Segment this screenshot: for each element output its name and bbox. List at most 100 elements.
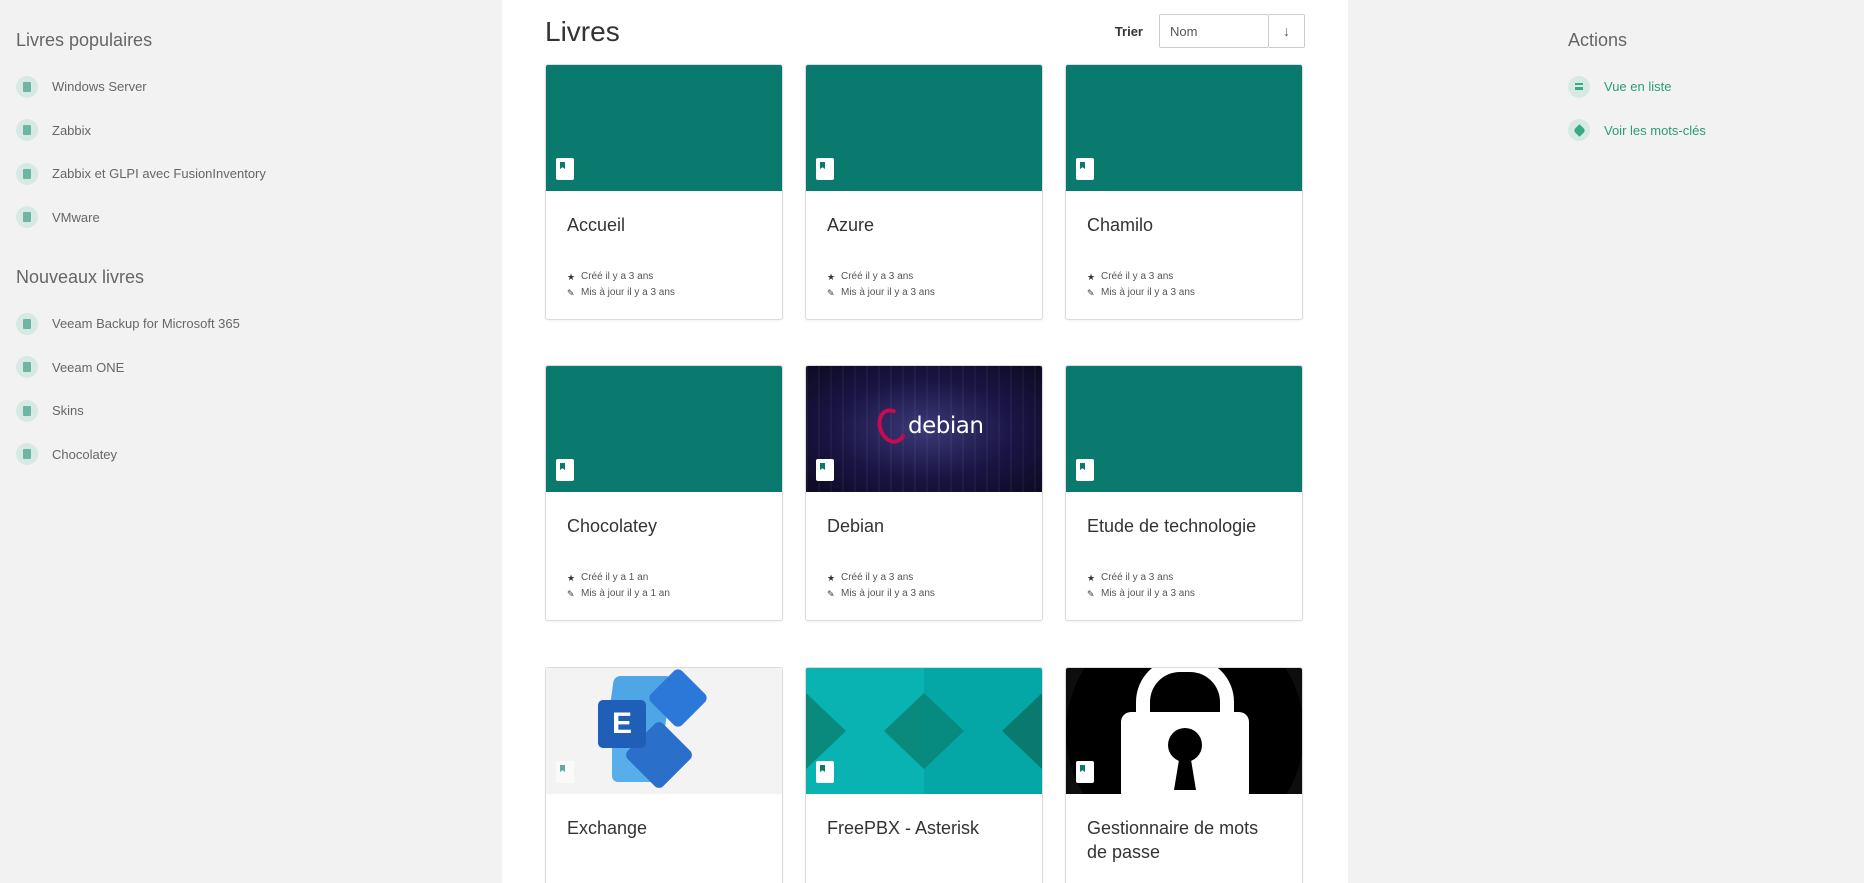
created-text: Créé il y a 3 ans — [1101, 271, 1174, 282]
updated-text: Mis à jour il y a 1 an — [581, 588, 670, 599]
book-card[interactable]: Chamilo ★ Créé il y a 3 ans ✎ Mis à jour i… — [1065, 64, 1303, 320]
book-meta: ★ Créé il y a 3 ans ✎ Mis à jour il y a 3 … — [827, 570, 1021, 602]
book-card[interactable]: Accueil ★ Créé il y a 3 ans ✎ Mis à jour i… — [545, 64, 783, 320]
bookmark-icon — [816, 761, 834, 783]
book-card[interactable]: Azure ★ Créé il y a 3 ans ✎ Mis à jour il … — [805, 64, 1043, 320]
book-card[interactable]: Gestionnaire de mots de passe — [1065, 667, 1303, 883]
star-icon: ★ — [1087, 272, 1096, 282]
arrow-down-icon: ↓ — [1283, 23, 1290, 39]
pencil-icon: ✎ — [1087, 288, 1095, 298]
pencil-icon: ✎ — [567, 589, 575, 599]
book-meta: ★ Créé il y a 1 an ✎ Mis à jour il y a 1 a… — [567, 570, 761, 602]
sort-direction-button[interactable]: ↓ — [1269, 14, 1305, 48]
book-card[interactable]: E Exchange — [545, 667, 783, 883]
book-title: Etude de technologie — [1087, 516, 1257, 536]
book-meta: ★ Créé il y a 3 ans ✎ Mis à jour il y a 3 … — [1087, 570, 1281, 602]
updated-text: Mis à jour il y a 3 ans — [1101, 588, 1195, 599]
book-card[interactable]: FreePBX - Asterisk — [805, 667, 1043, 883]
book-cover — [806, 668, 1042, 794]
left-sidebar: Livres populaires Windows Server Zabbix … — [16, 0, 476, 476]
bookmark-icon — [1076, 459, 1094, 481]
list-icon — [1568, 75, 1590, 98]
book-icon — [16, 443, 38, 466]
book-card[interactable]: debian Debian ★ Créé il y a 3 ans ✎ Mis à … — [805, 365, 1043, 621]
created-text: Créé il y a 3 ans — [841, 271, 914, 282]
popular-book-label: VMware — [52, 209, 100, 225]
sort-select[interactable]: Nom — [1159, 14, 1269, 48]
main-header: Livres Trier Nom ↓ — [545, 14, 1305, 48]
page: Livres populaires Windows Server Zabbix … — [0, 0, 1864, 883]
book-cover — [546, 65, 782, 191]
book-icon — [16, 399, 38, 422]
star-icon: ★ — [567, 272, 576, 282]
book-cover — [806, 65, 1042, 191]
book-meta: ★ Créé il y a 3 ans ✎ Mis à jour il y a 3 … — [827, 269, 1021, 301]
popular-book-label: Zabbix — [52, 122, 92, 138]
star-icon: ★ — [567, 573, 576, 583]
bookmark-icon — [556, 459, 574, 481]
book-title: Accueil — [567, 215, 626, 235]
new-book-item[interactable]: Skins — [16, 389, 476, 433]
list-view-label: Vue en liste — [1604, 79, 1672, 95]
new-book-label: Veeam ONE — [52, 359, 125, 375]
updated-text: Mis à jour il y a 3 ans — [841, 287, 935, 298]
pencil-icon: ✎ — [567, 288, 575, 298]
book-title: Gestionnaire de mots de passe — [1087, 818, 1259, 862]
new-book-label: Veeam Backup for Microsoft 365 — [52, 316, 240, 332]
popular-book-label: Zabbix et GLPI avec FusionInventory — [52, 166, 266, 182]
page-title: Livres — [545, 16, 620, 47]
bookmark-icon — [1076, 158, 1094, 180]
book-icon — [16, 312, 38, 335]
main-content: Livres Trier Nom ↓ Accueil ★ Créé il y a … — [502, 0, 1348, 883]
book-title: FreePBX - Asterisk — [827, 818, 980, 838]
actions-heading: Actions — [1568, 30, 1628, 50]
book-cover — [1066, 65, 1302, 191]
pencil-icon: ✎ — [827, 288, 835, 298]
bookmark-icon — [556, 761, 574, 783]
book-title: Chocolatey — [567, 516, 658, 536]
popular-book-item[interactable]: Zabbix — [16, 109, 476, 153]
popular-book-label: Windows Server — [52, 79, 147, 95]
book-icon — [16, 162, 38, 185]
new-book-item[interactable]: Veeam Backup for Microsoft 365 — [16, 302, 476, 346]
created-text: Créé il y a 1 an — [581, 572, 649, 583]
book-title: Azure — [827, 215, 875, 235]
book-card[interactable]: Chocolatey ★ Créé il y a 1 an ✎ Mis à jour… — [545, 365, 783, 621]
debian-wordmark: debian — [908, 413, 984, 439]
star-icon: ★ — [1087, 573, 1096, 583]
new-book-item[interactable]: Chocolatey — [16, 433, 476, 477]
book-cover: debian — [806, 366, 1042, 492]
exchange-logo: E — [598, 700, 646, 748]
book-meta: ★ Créé il y a 3 ans ✎ Mis à jour il y a 3 … — [1087, 269, 1281, 301]
book-card[interactable]: Etude de technologie ★ Créé il y a 3 ans … — [1065, 365, 1303, 621]
list-view-action[interactable]: Vue en liste — [1568, 65, 1848, 109]
bookmark-icon — [816, 158, 834, 180]
book-icon — [16, 206, 38, 229]
view-tags-label: Voir les mots-clés — [1604, 122, 1706, 138]
book-cover — [1066, 668, 1302, 794]
book-title: Exchange — [567, 818, 648, 838]
book-cover: E — [546, 668, 782, 794]
right-sidebar: Actions Vue en liste Voir les mots-clés — [1568, 0, 1848, 152]
debian-swirl-icon — [872, 404, 912, 448]
bookmark-icon — [556, 158, 574, 180]
created-text: Créé il y a 3 ans — [581, 271, 654, 282]
new-book-item[interactable]: Veeam ONE — [16, 346, 476, 390]
updated-text: Mis à jour il y a 3 ans — [581, 287, 675, 298]
star-icon: ★ — [827, 272, 836, 282]
popular-books-heading: Livres populaires — [16, 30, 153, 50]
popular-book-item[interactable]: Zabbix et GLPI avec FusionInventory — [16, 152, 476, 196]
book-title: Chamilo — [1087, 215, 1154, 235]
new-books-heading: Nouveaux livres — [16, 267, 145, 287]
new-book-label: Skins — [52, 403, 84, 419]
popular-book-item[interactable]: VMware — [16, 196, 476, 240]
created-text: Créé il y a 3 ans — [841, 572, 914, 583]
debian-logo: debian — [872, 404, 984, 448]
book-icon — [16, 356, 38, 379]
updated-text: Mis à jour il y a 3 ans — [1101, 287, 1195, 298]
book-title: Debian — [827, 516, 885, 536]
pencil-icon: ✎ — [1087, 589, 1095, 599]
updated-text: Mis à jour il y a 3 ans — [841, 588, 935, 599]
view-tags-action[interactable]: Voir les mots-clés — [1568, 109, 1848, 153]
popular-book-item[interactable]: Windows Server — [16, 65, 476, 109]
